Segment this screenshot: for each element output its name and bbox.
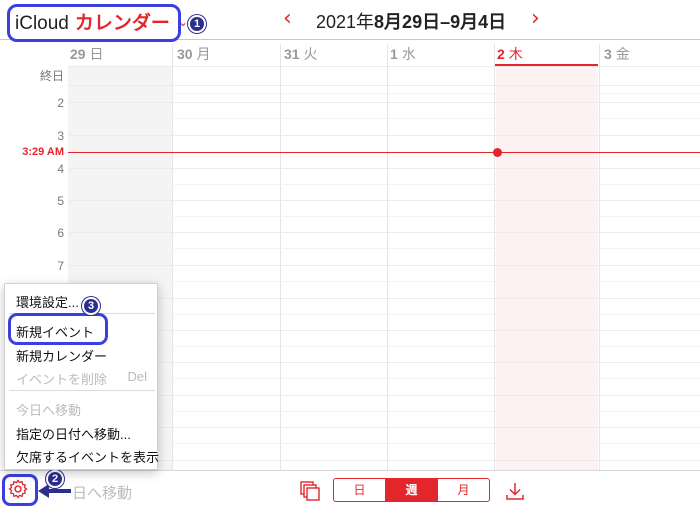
date-range-title: 2021年8月29日–9月4日: [316, 8, 506, 34]
goto-today-text: 日へ移動: [72, 484, 133, 502]
next-week-button[interactable]: ›: [531, 6, 540, 31]
menu-item-show-declined[interactable]: 欠席するイベントを表示: [16, 447, 159, 466]
view-switcher: 日 週 月: [333, 478, 490, 502]
current-time-line: [68, 152, 700, 153]
day-name: 水: [401, 46, 416, 62]
day-number: 3: [604, 46, 612, 62]
day-name: 火: [303, 46, 318, 62]
menu-item-preferences[interactable]: 環境設定...: [16, 292, 79, 311]
row-divider: [68, 378, 700, 379]
settings-menu: 環境設定... 新規イベント 新規カレンダー イベントを削除 Del 今日へ移動…: [4, 283, 159, 470]
time-label: 6: [57, 226, 64, 240]
week-grid[interactable]: [68, 66, 700, 470]
time-label: 3: [57, 129, 64, 143]
row-divider: [68, 248, 700, 249]
row-divider: [68, 118, 700, 119]
row-divider: [68, 265, 700, 266]
callout-3: 3: [82, 297, 100, 315]
menu-item-go-to-date[interactable]: 指定の日付へ移動...: [16, 424, 131, 443]
row-divider: [68, 281, 700, 282]
day-name: 日: [89, 46, 104, 62]
app-prefix: iCloud: [15, 13, 69, 34]
callout-2: 2: [46, 470, 64, 488]
today-column-bg: [496, 66, 598, 470]
menu-shortcut-del: Del: [127, 369, 147, 384]
callout-1: 1: [188, 15, 206, 33]
current-time-dot: [493, 148, 502, 157]
row-divider: [68, 66, 700, 67]
time-label: 5: [57, 194, 64, 208]
day-header-sun[interactable]: 29 日: [70, 44, 103, 66]
view-week-button[interactable]: 週: [386, 479, 438, 501]
time-label: 4: [57, 162, 64, 176]
row-divider: [68, 232, 700, 233]
column-divider: [280, 44, 281, 470]
chevron-down-icon: ⌄: [177, 15, 189, 29]
day-header-fri[interactable]: 3 金: [604, 44, 630, 66]
view-day-button[interactable]: 日: [334, 479, 386, 501]
date-range-dates: 8月29日–9月4日: [374, 12, 507, 32]
menu-item-go-to-today: 今日へ移動: [16, 403, 82, 418]
day-number: 2: [497, 46, 505, 62]
row-divider: [68, 168, 700, 169]
row-divider: [68, 184, 700, 185]
annotation-box-new-event: [8, 313, 108, 345]
row-divider: [68, 460, 700, 461]
row-divider: [68, 362, 700, 363]
current-time-label: 3:29 AM: [22, 146, 64, 158]
menu-item-delete-event: イベントを削除: [16, 372, 108, 387]
day-number: 31: [284, 46, 300, 62]
column-divider: [599, 44, 600, 470]
column-divider: [494, 44, 495, 470]
row-divider: [68, 330, 700, 331]
row-divider: [68, 135, 700, 136]
day-header-thu-today[interactable]: 2 木: [497, 44, 523, 66]
day-name: 月: [196, 46, 211, 62]
day-number: 29: [70, 46, 86, 62]
row-divider: [68, 443, 700, 444]
menu-separator: [9, 390, 155, 391]
all-day-label: 終日: [39, 69, 64, 83]
time-label: 2: [57, 96, 64, 110]
row-divider: [68, 411, 700, 412]
row-divider: [68, 85, 700, 86]
row-divider: [68, 93, 700, 94]
date-range-year: 2021年: [316, 12, 375, 32]
row-divider: [68, 427, 700, 428]
column-divider: [387, 44, 388, 470]
day-number: 30: [177, 46, 193, 62]
menu-item-new-calendar[interactable]: 新規カレンダー: [16, 346, 107, 365]
row-divider: [68, 395, 700, 396]
row-divider: [68, 102, 700, 103]
day-header-wed[interactable]: 1 水: [390, 44, 416, 66]
row-divider: [68, 298, 700, 299]
view-month-button[interactable]: 月: [438, 479, 489, 501]
day-name: 金: [615, 46, 630, 62]
day-header-mon[interactable]: 30 月: [177, 44, 210, 66]
row-divider: [68, 216, 700, 217]
row-divider: [68, 346, 700, 347]
row-divider: [68, 314, 700, 315]
day-name: 木: [508, 46, 523, 62]
day-header-tue[interactable]: 31 火: [284, 44, 317, 66]
download-icon[interactable]: [505, 481, 525, 501]
gear-icon[interactable]: [7, 478, 29, 500]
calendar-switcher[interactable]: iCloud カレンダー ⌄: [15, 8, 188, 35]
day-number: 1: [390, 46, 398, 62]
time-label: 7: [57, 259, 64, 273]
app-name: カレンダー: [74, 12, 170, 34]
calendar-stack-icon[interactable]: [300, 481, 320, 501]
column-divider: [172, 44, 173, 470]
row-divider: [68, 200, 700, 201]
prev-week-button[interactable]: ‹: [283, 6, 292, 31]
